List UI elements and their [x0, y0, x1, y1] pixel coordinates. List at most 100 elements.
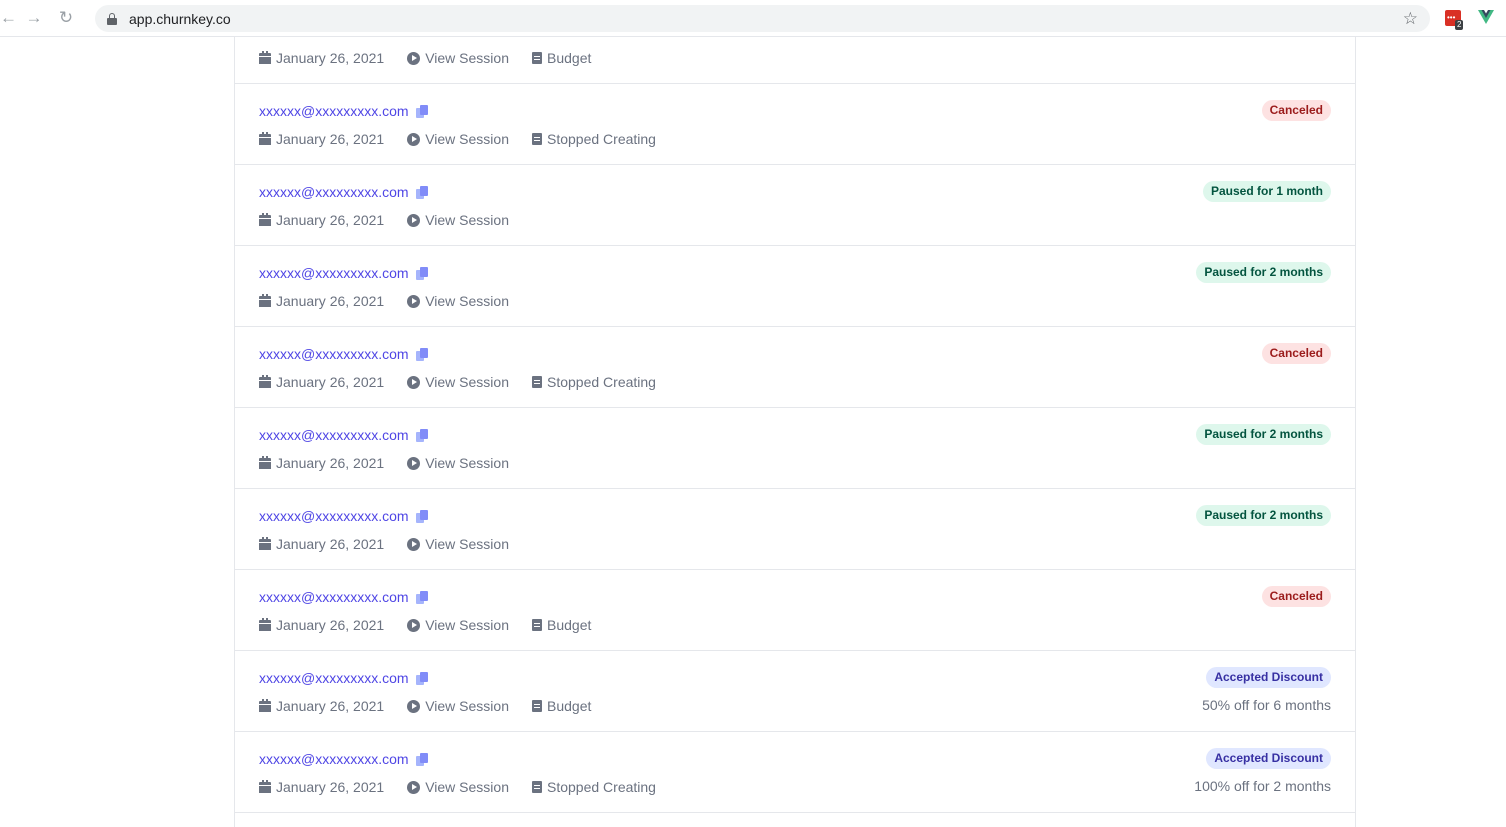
- view-session-link[interactable]: View Session: [407, 131, 509, 147]
- reason-item: Stopped Creating: [532, 374, 656, 390]
- view-session-label[interactable]: View Session: [425, 698, 509, 714]
- session-date: January 26, 2021: [276, 698, 385, 714]
- session-row: xxxxxx@xxxxxxxxx.com January 26, 2021 View…: [235, 732, 1355, 813]
- calendar-icon: [259, 537, 271, 550]
- customer-email-link[interactable]: xxxxxx@xxxxxxxxx.com: [259, 265, 409, 281]
- session-row: xxxxxx@xxxxxxxxx.com January 26, 2021 View…: [235, 165, 1355, 246]
- email-line: xxxxxx@xxxxxxxxx.com: [259, 346, 428, 362]
- view-session-link[interactable]: View Session: [407, 50, 509, 66]
- play-icon: [407, 780, 421, 794]
- view-session-label[interactable]: View Session: [425, 131, 509, 147]
- calendar-icon: [259, 780, 271, 793]
- forward-arrow-icon[interactable]: →: [18, 0, 50, 37]
- row-meta: January 26, 2021 View Session Stopped Crea…: [259, 131, 679, 147]
- view-session-link[interactable]: View Session: [407, 374, 509, 390]
- reload-icon[interactable]: ↻: [50, 0, 82, 37]
- calendar-icon: [259, 618, 271, 631]
- customer-email-link[interactable]: xxxxxx@xxxxxxxxx.com: [259, 427, 409, 443]
- email-line: xxxxxx@xxxxxxxxx.com: [259, 427, 428, 443]
- view-session-link[interactable]: View Session: [407, 698, 509, 714]
- customer-email-link[interactable]: xxxxxx@xxxxxxxxx.com: [259, 184, 409, 200]
- view-session-link[interactable]: View Session: [407, 536, 509, 552]
- view-session-label[interactable]: View Session: [425, 779, 509, 795]
- calendar-icon: [259, 456, 271, 469]
- extension-badge: 2: [1455, 20, 1464, 30]
- bookmark-star-icon[interactable]: ☆: [1403, 9, 1418, 29]
- session-date: January 26, 2021: [276, 131, 385, 147]
- view-session-label[interactable]: View Session: [425, 617, 509, 633]
- copy-icon[interactable]: [415, 266, 428, 280]
- view-session-link[interactable]: View Session: [407, 779, 509, 795]
- cancel-reason: Stopped Creating: [547, 779, 656, 795]
- back-arrow-icon[interactable]: ←: [0, 0, 18, 37]
- copy-icon[interactable]: [415, 104, 428, 118]
- play-icon: [407, 699, 421, 713]
- play-icon: [407, 51, 421, 65]
- status-badge: Canceled: [1261, 343, 1331, 364]
- extension-icon[interactable]: ••• 2: [1445, 10, 1464, 30]
- reason-item: Budget: [532, 617, 591, 633]
- play-icon: [407, 132, 421, 146]
- view-session-link[interactable]: View Session: [407, 212, 509, 228]
- play-icon: [407, 375, 421, 389]
- offer-details: 100% off for 2 months: [1194, 778, 1331, 794]
- email-line: xxxxxx@xxxxxxxxx.com: [259, 670, 428, 686]
- customer-email-link[interactable]: xxxxxx@xxxxxxxxx.com: [259, 751, 409, 767]
- date-item: January 26, 2021: [259, 536, 384, 552]
- calendar-icon: [259, 213, 271, 226]
- session-row: xxxxxx@xxxxxxxxx.com January 26, 2021 View…: [235, 84, 1355, 165]
- session-date: January 26, 2021: [276, 293, 385, 309]
- session-row: xxxxxx@xxxxxxxxx.com January 26, 2021 View…: [235, 651, 1355, 732]
- copy-icon[interactable]: [415, 185, 428, 199]
- customer-email-link[interactable]: xxxxxx@xxxxxxxxx.com: [259, 103, 409, 119]
- customer-email-link[interactable]: xxxxxx@xxxxxxxxx.com: [259, 508, 409, 524]
- row-meta: January 26, 2021 View Session Budget: [259, 698, 614, 714]
- vue-devtools-icon[interactable]: [1478, 9, 1494, 25]
- email-line: xxxxxx@xxxxxxxxx.com: [259, 103, 428, 119]
- session-date: January 26, 2021: [276, 374, 385, 390]
- row-meta: January 26, 2021 View Session: [259, 536, 532, 552]
- copy-icon[interactable]: [415, 590, 428, 604]
- document-icon: [532, 619, 542, 631]
- date-item: January 26, 2021: [259, 779, 384, 795]
- document-icon: [532, 376, 542, 388]
- copy-icon[interactable]: [415, 671, 428, 685]
- view-session-label[interactable]: View Session: [425, 455, 509, 471]
- view-session-label[interactable]: View Session: [425, 212, 509, 228]
- customer-email-link[interactable]: xxxxxx@xxxxxxxxx.com: [259, 589, 409, 605]
- calendar-icon: [259, 375, 271, 388]
- email-line: xxxxxx@xxxxxxxxx.com: [259, 265, 428, 281]
- view-session-link[interactable]: View Session: [407, 617, 509, 633]
- copy-icon[interactable]: [415, 428, 428, 442]
- copy-icon[interactable]: [415, 752, 428, 766]
- view-session-label[interactable]: View Session: [425, 536, 509, 552]
- date-item: January 26, 2021: [259, 374, 384, 390]
- customer-email-link[interactable]: xxxxxx@xxxxxxxxx.com: [259, 670, 409, 686]
- session-date: January 26, 2021: [276, 212, 385, 228]
- session-row: xxxxxx@xxxxxxxxx.com January 26, 2021 View…: [235, 246, 1355, 327]
- document-icon: [532, 781, 542, 793]
- play-icon: [407, 213, 421, 227]
- email-line: xxxxxx@xxxxxxxxx.com: [259, 508, 428, 524]
- reason-item: Stopped Creating: [532, 131, 656, 147]
- customer-email-link[interactable]: xxxxxx@xxxxxxxxx.com: [259, 346, 409, 362]
- document-icon: [532, 133, 542, 145]
- calendar-icon: [259, 132, 271, 145]
- copy-icon[interactable]: [415, 347, 428, 361]
- view-session-label[interactable]: View Session: [425, 374, 509, 390]
- page-content: January 26, 2021 View Session Budget xxxxxx…: [0, 37, 1506, 827]
- play-icon: [407, 456, 421, 470]
- view-session-link[interactable]: View Session: [407, 455, 509, 471]
- view-session-label[interactable]: View Session: [425, 293, 509, 309]
- document-icon: [532, 52, 542, 64]
- view-session-label[interactable]: View Session: [425, 50, 509, 66]
- email-line: xxxxxx@xxxxxxxxx.com: [259, 589, 428, 605]
- view-session-link[interactable]: View Session: [407, 293, 509, 309]
- play-icon: [407, 537, 421, 551]
- url-text[interactable]: app.churnkey.co: [129, 11, 231, 27]
- row-meta: January 26, 2021 View Session Stopped Crea…: [259, 374, 679, 390]
- cancel-reason: Budget: [547, 617, 592, 633]
- date-item: January 26, 2021: [259, 293, 384, 309]
- play-icon: [407, 618, 421, 632]
- copy-icon[interactable]: [415, 509, 428, 523]
